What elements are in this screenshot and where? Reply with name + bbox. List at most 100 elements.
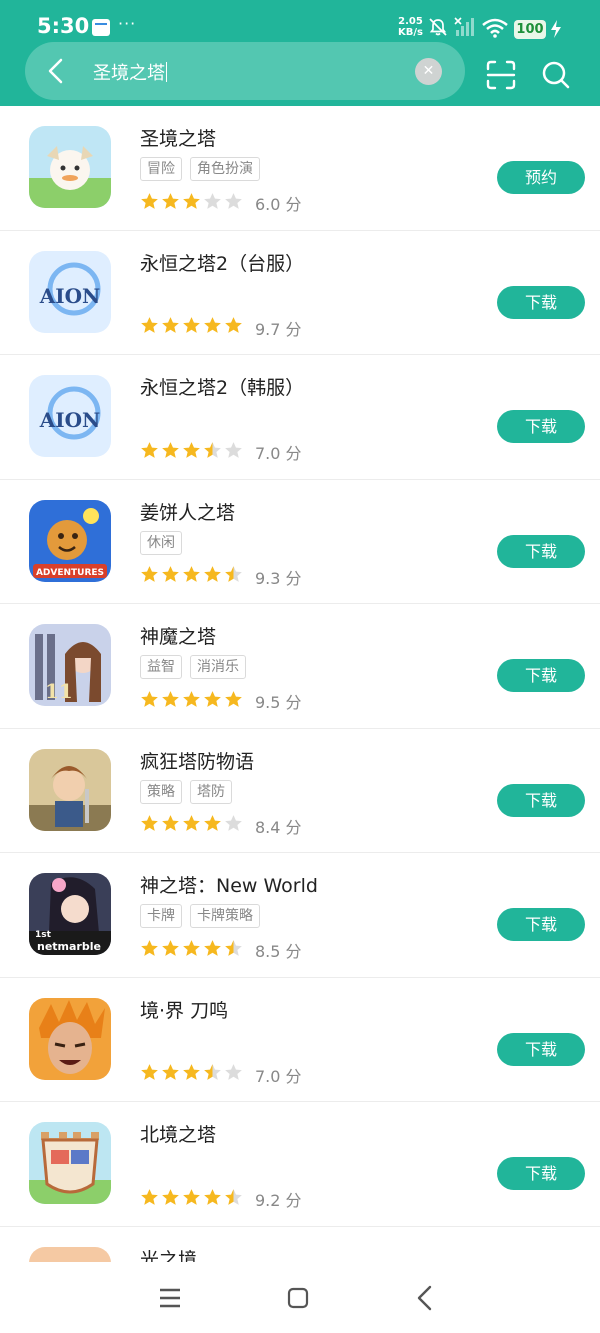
star-icon <box>161 565 182 588</box>
system-back-icon[interactable] <box>415 1285 435 1311</box>
star-icon <box>182 1188 203 1211</box>
signal-icon <box>454 17 474 36</box>
menu-icon[interactable] <box>158 1286 182 1310</box>
star-icon <box>224 1188 245 1211</box>
star-icon <box>140 1063 161 1086</box>
back-button[interactable] <box>44 57 68 85</box>
download-button[interactable]: 下载 <box>497 908 585 941</box>
reserve-button[interactable]: 预约 <box>497 161 585 194</box>
star-icon <box>203 441 224 464</box>
app-tags: 卡牌 卡牌策略 <box>140 904 268 928</box>
home-icon[interactable] <box>287 1287 309 1309</box>
app-rating: 7.0 分 <box>140 440 302 464</box>
download-button[interactable]: 下载 <box>497 1157 585 1190</box>
app-name[interactable]: 姜饼人之塔 <box>140 498 235 525</box>
app-list-item[interactable]: 疯狂塔防物语 策略 塔防 8.4 分 下载 <box>0 729 600 853</box>
category-tag: 卡牌策略 <box>190 904 260 928</box>
star-icon <box>182 441 203 464</box>
rating-score: 9.7 分 <box>255 319 302 339</box>
svg-text:ADVENTURES: ADVENTURES <box>36 568 104 578</box>
app-list-item[interactable]: 11 神魔之塔 益智 消消乐 9.5 分下载 <box>0 604 600 729</box>
rating-score: 7.0 分 <box>255 444 302 463</box>
app-name[interactable]: 神魔之塔 <box>140 622 216 649</box>
category-tag: 塔防 <box>190 779 232 804</box>
download-button[interactable]: 下载 <box>497 410 585 443</box>
rating-score: 9.3 分 <box>255 568 302 588</box>
app-icon[interactable]: 1st netmarble <box>29 873 111 955</box>
star-icon <box>161 192 182 215</box>
category-tag: 冒险 <box>140 157 182 181</box>
app-icon-image <box>29 997 111 1080</box>
app-icon[interactable] <box>29 1122 111 1204</box>
status-time: 5:30 <box>37 14 90 38</box>
app-rating: 9.2 分 <box>140 1187 302 1211</box>
app-icon[interactable] <box>29 997 111 1080</box>
download-button[interactable]: 下载 <box>497 534 585 568</box>
app-name[interactable]: 圣境之塔 <box>140 124 216 151</box>
star-icon <box>161 1188 182 1211</box>
app-icon[interactable]: ADVENTURES <box>29 499 111 582</box>
app-icon[interactable]: 11 <box>29 624 111 706</box>
category-tag: 策略 <box>140 779 182 804</box>
app-name[interactable]: 北境之塔 <box>140 1120 216 1147</box>
app-icon-image <box>29 748 111 831</box>
text-cursor <box>166 62 167 82</box>
app-list-item[interactable]: 境·界 刀鸣 7.0 分 下载 <box>0 978 600 1102</box>
app-list-item[interactable]: 1st netmarble 神之塔：New World 卡牌 卡牌策略 8.5 分 下载 <box>0 853 600 978</box>
app-name[interactable]: 境·界 刀鸣 <box>140 996 228 1023</box>
star-icon <box>203 192 224 215</box>
star-icon <box>140 565 161 588</box>
app-list-item[interactable]: AION 永恒之塔2（台服） 9.7 分 下载 <box>0 231 600 355</box>
app-icon[interactable] <box>29 126 111 208</box>
app-icon[interactable]: AION <box>29 250 111 333</box>
search-results-list: 圣境之塔 冒险 角色扮演 6.0 分预约 AION 永恒之塔2（台服） 9.7 分下载 AIO… <box>0 106 600 1333</box>
app-icon-image: 11 <box>29 624 111 706</box>
star-icon <box>182 939 203 962</box>
download-button[interactable]: 下载 <box>497 659 585 692</box>
app-list-item[interactable]: AION 永恒之塔2（韩服） 7.0 分 下载 <box>0 355 600 480</box>
download-button[interactable]: 下载 <box>497 783 585 817</box>
svg-text:netmarble: netmarble <box>37 940 101 953</box>
search-input[interactable]: 圣境之塔 <box>93 59 167 85</box>
more-notifications-icon: ··· <box>118 14 137 33</box>
star-icon <box>182 565 203 588</box>
star-icon <box>182 690 203 713</box>
star-icon <box>161 690 182 713</box>
star-icon <box>224 441 245 464</box>
calendar-notification-icon <box>92 19 110 36</box>
app-tags: 策略 塔防 <box>140 779 240 804</box>
wifi-icon <box>482 18 508 38</box>
network-speed-unit: KB/s <box>398 27 423 38</box>
app-name[interactable]: 永恒之塔2（台服） <box>140 249 304 276</box>
star-icon <box>203 939 224 962</box>
clear-search-button[interactable]: ✕ <box>415 58 442 85</box>
app-list-item[interactable]: ADVENTURES 姜饼人之塔休闲 9.3 分 下载 <box>0 480 600 604</box>
app-list-item[interactable]: 北境之塔 9.2 分 下载 <box>0 1102 600 1227</box>
download-button[interactable]: 下载 <box>497 285 585 319</box>
app-tags: 冒险 角色扮演 <box>140 157 268 181</box>
app-name[interactable]: 神之塔：New World <box>140 871 318 898</box>
app-rating: 8.4 分 <box>140 814 302 838</box>
star-icon <box>203 565 224 588</box>
scan-icon[interactable] <box>486 60 516 90</box>
download-button[interactable]: 下载 <box>497 1032 585 1066</box>
category-tag: 休闲 <box>140 530 182 555</box>
star-icon <box>203 814 224 837</box>
star-icon <box>161 939 182 962</box>
app-icon[interactable] <box>29 748 111 831</box>
star-icon <box>224 814 245 837</box>
search-bar <box>25 42 465 100</box>
app-name[interactable]: 疯狂塔防物语 <box>140 747 254 774</box>
star-icon <box>161 1063 182 1086</box>
search-icon[interactable] <box>541 60 571 90</box>
battery-indicator: 100 <box>514 20 546 39</box>
star-icon <box>161 814 182 837</box>
app-name[interactable]: 永恒之塔2（韩服） <box>140 373 304 400</box>
app-list-item[interactable]: 圣境之塔 冒险 角色扮演 6.0 分 预约 <box>0 106 600 231</box>
app-icon[interactable]: AION <box>29 375 111 457</box>
rating-score: 9.2 分 <box>255 1191 302 1210</box>
svg-text:AION: AION <box>39 408 101 432</box>
star-icon <box>140 690 161 713</box>
svg-text:1st: 1st <box>35 930 52 940</box>
star-icon <box>140 441 161 464</box>
